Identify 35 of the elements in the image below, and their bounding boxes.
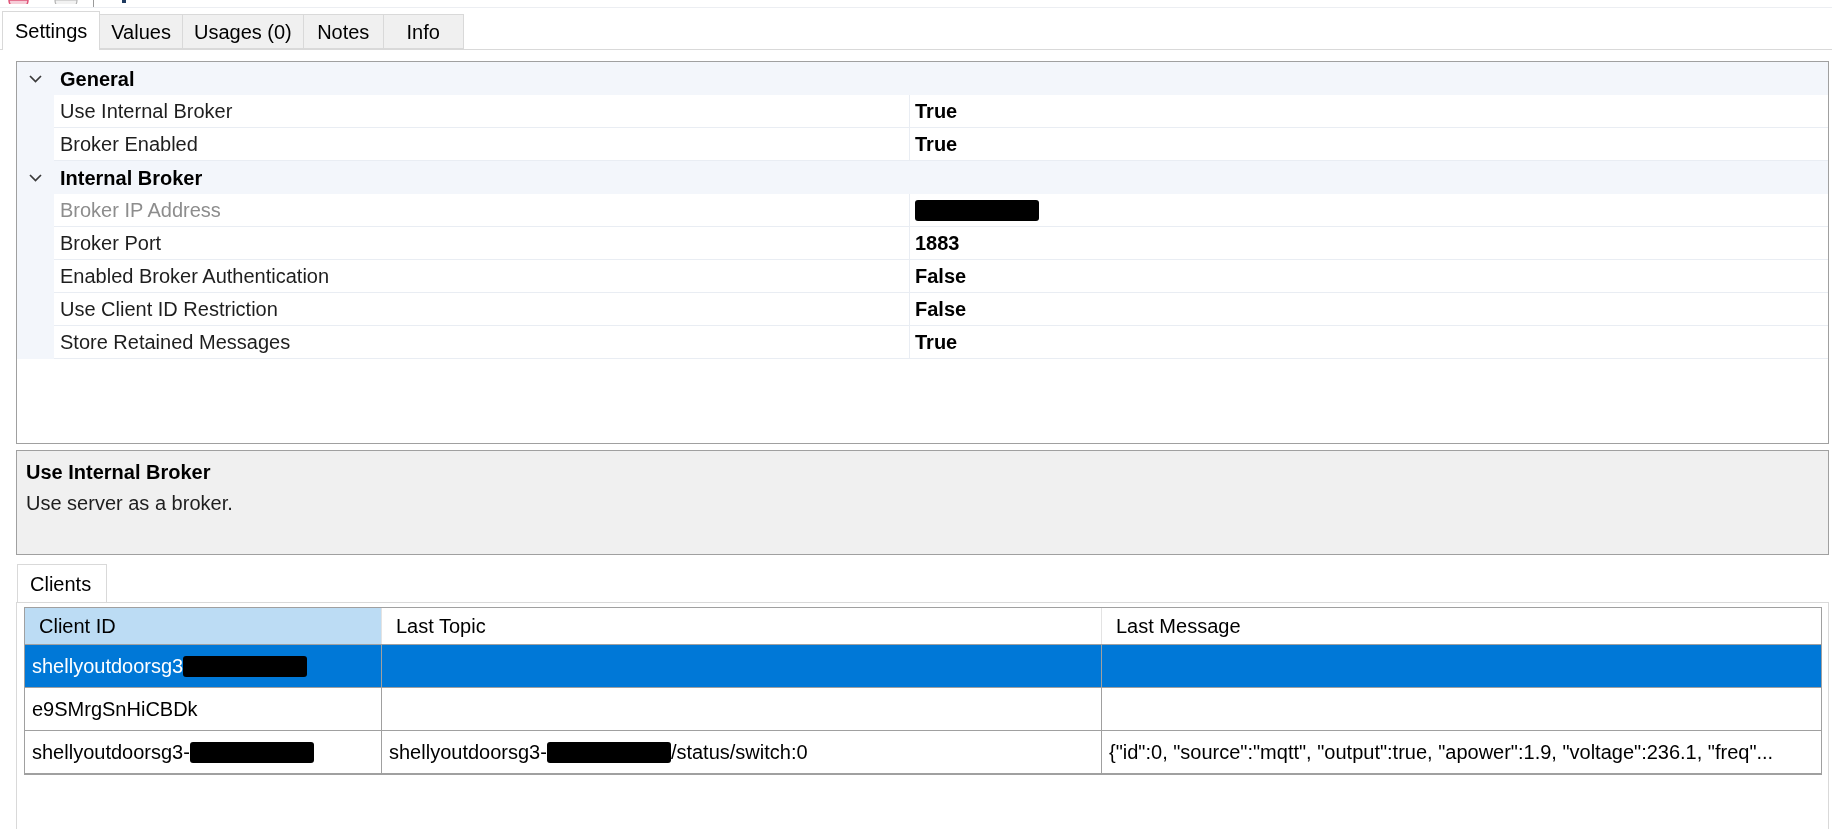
- tab[interactable]: Values: [100, 14, 183, 49]
- property-name: Enabled Broker Authentication: [60, 264, 330, 289]
- property-name: Store Retained Messages: [60, 330, 291, 355]
- tab[interactable]: Clients: [17, 564, 107, 603]
- property-value[interactable]: True: [915, 96, 958, 126]
- description-text: Use server as a broker.: [26, 491, 233, 515]
- table-cell-text: shellyoutdoorsg3: [32, 654, 184, 679]
- table-cell-text: shellyoutdoorsg3-: [32, 740, 190, 765]
- property-value[interactable]: True: [915, 129, 958, 159]
- tab[interactable]: Settings: [2, 11, 101, 50]
- property-name: Use Client ID Restriction: [60, 297, 278, 322]
- property-value[interactable]: False: [915, 294, 967, 324]
- column-header[interactable]: Client ID: [25, 608, 382, 644]
- table-cell-text: {"id":0, "source":"mqtt", "output":true, "apower":1.9, "voltage":236.1, "freq"...: [1109, 740, 1774, 765]
- property-value[interactable]: 1883: [915, 228, 960, 258]
- table-cell-text: /status/switch:0: [670, 740, 808, 765]
- property-value[interactable]: False: [915, 261, 967, 291]
- chevron-down-icon[interactable]: [29, 173, 42, 182]
- table-row[interactable]: shellyoutdoorsg3- shellyoutdoorsg3- /status/switch:0 {"id":0, "source":"mqtt", "output":true, "apower":1.9, "voltage":236.1, "freq"...: [25, 731, 1821, 774]
- tab[interactable]: Usages (0): [182, 14, 304, 49]
- chevron-down-icon[interactable]: [29, 74, 42, 83]
- tab[interactable]: Notes: [303, 14, 384, 49]
- category-label: General: [59, 66, 135, 92]
- table-cell-text: e9SMrgSnHiCBDk: [32, 697, 198, 722]
- table-row[interactable]: e9SMrgSnHiCBDk: [25, 688, 1821, 731]
- table-cell-text: shellyoutdoorsg3-: [389, 740, 547, 765]
- description-title: Use Internal Broker: [26, 460, 211, 484]
- table-row[interactable]: shellyoutdoorsg3: [25, 645, 1821, 688]
- property-name: Broker Port: [60, 231, 162, 256]
- tab[interactable]: Info: [383, 14, 464, 49]
- property-name: Broker IP Address: [60, 198, 221, 223]
- property-value[interactable]: True: [915, 327, 958, 357]
- category-label: Internal Broker: [59, 165, 203, 191]
- property-name: Use Internal Broker: [60, 99, 233, 124]
- property-name: Broker Enabled: [60, 132, 198, 157]
